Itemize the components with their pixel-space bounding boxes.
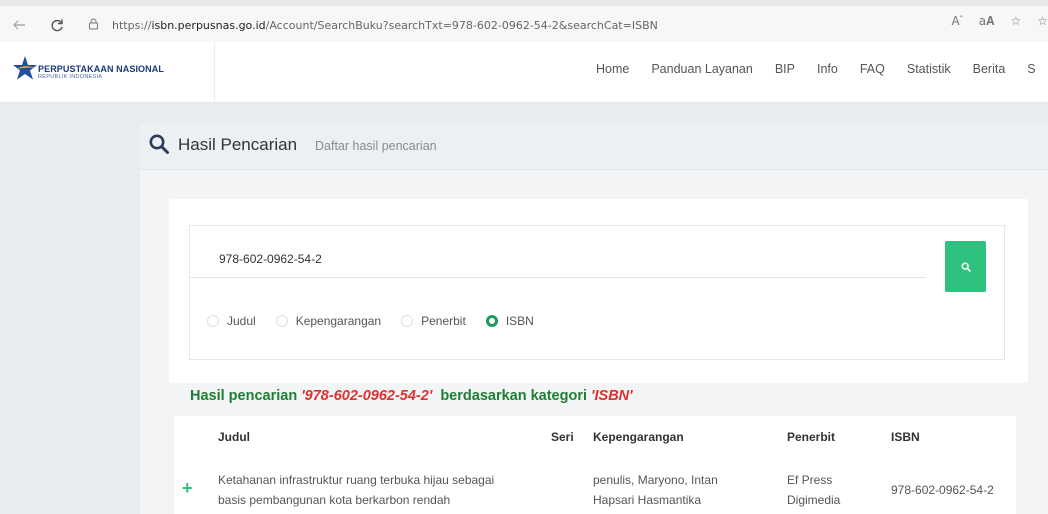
search-button-icon — [961, 262, 971, 272]
column-header-penerbit: Penerbit — [787, 430, 836, 444]
url-prefix: https:// — [112, 18, 152, 32]
column-header-isbn: ISBN — [891, 430, 920, 444]
radio-label: Judul — [227, 314, 256, 328]
star-logo-icon — [13, 56, 37, 80]
url-host: isbn.perpusnas.go.id — [151, 18, 266, 32]
penerbit-line-2: Digimedia — [787, 493, 841, 507]
table-row-penerbit: Ef Press Digimedia — [787, 470, 840, 510]
radio-circle-selected[interactable] — [485, 315, 498, 327]
result-heading: Hasil pencarian '978-602-0962-54-2' berd… — [190, 388, 633, 404]
nav-home[interactable]: Home — [596, 62, 629, 76]
column-header-seri: Seri — [551, 430, 574, 444]
radio-label: Kepengarangan — [295, 314, 382, 328]
search-card: Judul Kepengarangan Penerbit ISBN — [169, 199, 1028, 383]
kepengarangan-line-2: Hapsari Hasmantika — [593, 493, 702, 507]
nav-info[interactable]: Info — [817, 62, 838, 76]
read-aloud-icon[interactable]: Aᴬ — [952, 14, 963, 29]
translate-icon[interactable]: a𝐀 — [979, 14, 995, 29]
tab-strip — [0, 0, 1048, 6]
brand-subtitle: REPUBLIK INDONESIA — [38, 74, 103, 80]
radio-penerbit[interactable]: Penerbit — [401, 314, 466, 328]
search-input[interactable] — [190, 240, 926, 278]
page-subtitle: Daftar hasil pencarian — [315, 139, 437, 153]
url-path: /Account/SearchBuku?searchTxt=978-602-09… — [265, 18, 658, 32]
top-navigation: Home Panduan Layanan BIP Info FAQ Statis… — [596, 62, 1048, 76]
page-title: Hasil Pencarian — [178, 135, 298, 154]
column-header-judul: Judul — [218, 430, 250, 444]
table-row-isbn: 978-602-0962-54-2 — [891, 483, 994, 497]
nav-berita[interactable]: Berita — [973, 62, 1006, 76]
result-category: 'ISBN' — [591, 388, 633, 404]
search-form: Judul Kepengarangan Penerbit ISBN — [189, 225, 1005, 360]
table-row-judul: Ketahanan infrastruktur ruang terbuka hi… — [218, 470, 494, 510]
url-text: https://isbn.perpusnas.go.id/Account/Sea… — [112, 19, 658, 32]
nav-statistik[interactable]: Statistik — [907, 62, 951, 76]
lock-icon[interactable] — [88, 18, 104, 33]
radio-circle[interactable] — [275, 315, 288, 327]
results-table: Judul Seri Kepengarangan Penerbit ISBN +… — [174, 416, 1016, 514]
address-bar-actions: Aᴬ a𝐀 ☆ ☆ — [952, 14, 1048, 29]
radio-label: ISBN — [505, 314, 534, 328]
nav-bip[interactable]: BIP — [775, 62, 795, 76]
judul-line-2: basis pembangunan kota berkarbon rendah — [218, 493, 451, 507]
radio-isbn[interactable]: ISBN — [485, 314, 534, 328]
nav-faq[interactable]: FAQ — [860, 62, 885, 76]
nav-panduan-layanan[interactable]: Panduan Layanan — [651, 62, 752, 76]
search-category-group: Judul Kepengarangan Penerbit ISBN — [207, 314, 554, 328]
favorite-icon[interactable]: ☆ — [1010, 14, 1021, 29]
panel-header: Hasil Pencarian Daftar hasil pencarian — [140, 123, 1048, 170]
back-arrow-icon[interactable] — [8, 14, 30, 36]
column-header-kepengarangan: Kepengarangan — [593, 430, 684, 444]
kepengarangan-line-1: penulis, Maryono, Intan — [593, 473, 718, 487]
expand-row-icon[interactable]: + — [182, 479, 196, 497]
address-bar[interactable]: https://isbn.perpusnas.go.id/Account/Sea… — [88, 12, 968, 38]
browser-toolbar: https://isbn.perpusnas.go.id/Account/Sea… — [0, 0, 1048, 43]
brand-logo[interactable]: PERPUSTAKAAN NASIONAL REPUBLIK INDONESIA — [0, 42, 215, 102]
site-header: PERPUSTAKAAN NASIONAL REPUBLIK INDONESIA… — [0, 42, 1048, 103]
radio-judul[interactable]: Judul — [207, 314, 256, 328]
reload-icon[interactable] — [46, 14, 68, 36]
collections-icon[interactable]: ☆ — [1037, 14, 1048, 29]
judul-line-1: Ketahanan infrastruktur ruang terbuka hi… — [218, 473, 495, 487]
result-query: '978-602-0962-54-2' — [301, 388, 433, 404]
table-row-kepengarangan: penulis, Maryono, Intan Hapsari Hasmanti… — [593, 470, 718, 510]
radio-circle[interactable] — [207, 315, 219, 327]
search-icon — [149, 134, 169, 154]
search-button[interactable] — [945, 241, 986, 292]
result-middle: berdasarkan kategori — [440, 388, 588, 404]
penerbit-line-1: Ef Press — [787, 473, 833, 487]
result-prefix: Hasil pencarian — [190, 388, 298, 404]
nav-more[interactable]: S — [1027, 62, 1035, 76]
radio-kepengarangan[interactable]: Kepengarangan — [275, 314, 382, 328]
radio-circle[interactable] — [401, 315, 414, 327]
radio-label: Penerbit — [421, 314, 466, 328]
sidebar — [0, 103, 127, 514]
brand-name: PERPUSTAKAAN NASIONAL — [38, 64, 164, 74]
